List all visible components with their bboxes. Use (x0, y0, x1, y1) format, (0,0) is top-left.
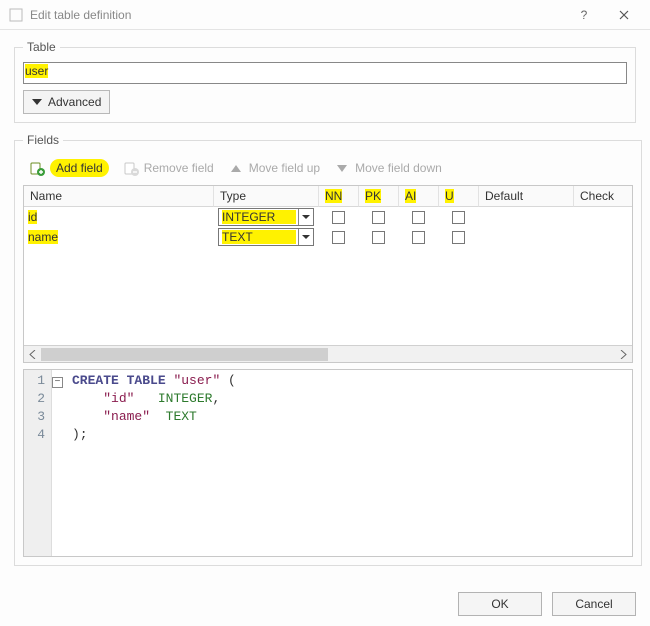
scroll-thumb[interactable] (41, 348, 328, 361)
add-field-icon (29, 160, 45, 176)
remove-field-label: Remove field (144, 161, 214, 175)
titlebar: Edit table definition ? (0, 0, 650, 30)
fields-grid: Name Type NN PK AI U Default Check id IN… (23, 185, 633, 363)
chevron-down-icon (298, 229, 313, 245)
col-name[interactable]: Name (24, 186, 214, 207)
col-nn[interactable]: NN (319, 186, 359, 207)
table-group: Table user Advanced (14, 40, 636, 123)
scroll-left-button[interactable] (24, 346, 41, 362)
remove-field-icon (123, 160, 139, 176)
chevron-right-icon (620, 350, 627, 359)
col-ai[interactable]: AI (399, 186, 439, 207)
sql-preview[interactable]: 1234 − CREATE TABLE "user" ( "id" INTEGE… (23, 369, 633, 557)
cell-pk-checkbox[interactable] (372, 211, 385, 224)
cell-pk-checkbox[interactable] (372, 231, 385, 244)
col-check[interactable]: Check (574, 186, 632, 207)
remove-field-button[interactable]: Remove field (123, 160, 214, 176)
scroll-right-button[interactable] (615, 346, 632, 362)
move-down-button[interactable]: Move field down (334, 160, 442, 176)
col-default[interactable]: Default (479, 186, 574, 207)
cell-check[interactable] (574, 207, 632, 227)
move-up-label: Move field up (249, 161, 320, 175)
cell-ai-checkbox[interactable] (412, 211, 425, 224)
cell-default[interactable] (479, 227, 574, 247)
grid-body: id INTEGER name (24, 207, 632, 345)
cell-ai-checkbox[interactable] (412, 231, 425, 244)
app-icon (8, 7, 24, 23)
grid-header: Name Type NN PK AI U Default Check (24, 186, 632, 207)
grid-h-scrollbar[interactable] (24, 345, 632, 362)
move-down-label: Move field down (355, 161, 442, 175)
help-button[interactable]: ? (564, 0, 604, 30)
table-legend: Table (23, 40, 60, 54)
table-row[interactable]: name TEXT (24, 227, 632, 247)
cancel-button[interactable]: Cancel (552, 592, 636, 616)
fields-legend: Fields (23, 133, 63, 147)
cell-type-select[interactable]: INTEGER (218, 208, 314, 226)
dialog-footer: OK Cancel (0, 582, 650, 626)
sql-fold-gutter: − (52, 370, 68, 556)
chevron-down-icon (32, 99, 42, 105)
col-u[interactable]: U (439, 186, 479, 207)
sql-code[interactable]: CREATE TABLE "user" ( "id" INTEGER, "nam… (68, 370, 236, 556)
cell-u-checkbox[interactable] (452, 231, 465, 244)
col-type[interactable]: Type (214, 186, 319, 207)
col-pk[interactable]: PK (359, 186, 399, 207)
triangle-up-icon (228, 160, 244, 176)
advanced-label: Advanced (48, 95, 101, 109)
cell-name[interactable]: id (28, 210, 37, 224)
cell-nn-checkbox[interactable] (332, 231, 345, 244)
sql-gutter: 1234 (24, 370, 52, 556)
cell-name[interactable]: name (28, 230, 58, 244)
add-field-label: Add field (50, 159, 109, 177)
chevron-down-icon (298, 209, 313, 225)
fields-group: Fields Add field Remove field Move field… (14, 133, 642, 566)
cell-default[interactable] (479, 207, 574, 227)
table-row[interactable]: id INTEGER (24, 207, 632, 227)
fold-icon[interactable]: − (52, 377, 63, 388)
close-icon (619, 10, 629, 20)
scroll-track[interactable] (41, 346, 615, 362)
close-button[interactable] (604, 0, 644, 30)
cell-type-select[interactable]: TEXT (218, 228, 314, 246)
cell-check[interactable] (574, 227, 632, 247)
triangle-down-icon (334, 160, 350, 176)
window-title: Edit table definition (30, 8, 564, 22)
chevron-left-icon (29, 350, 36, 359)
move-up-button[interactable]: Move field up (228, 160, 320, 176)
cell-u-checkbox[interactable] (452, 211, 465, 224)
table-name-input[interactable] (23, 62, 627, 84)
fields-toolbar: Add field Remove field Move field up Mov… (23, 155, 633, 185)
add-field-button[interactable]: Add field (29, 159, 109, 177)
ok-button[interactable]: OK (458, 592, 542, 616)
advanced-button[interactable]: Advanced (23, 90, 110, 114)
cell-nn-checkbox[interactable] (332, 211, 345, 224)
